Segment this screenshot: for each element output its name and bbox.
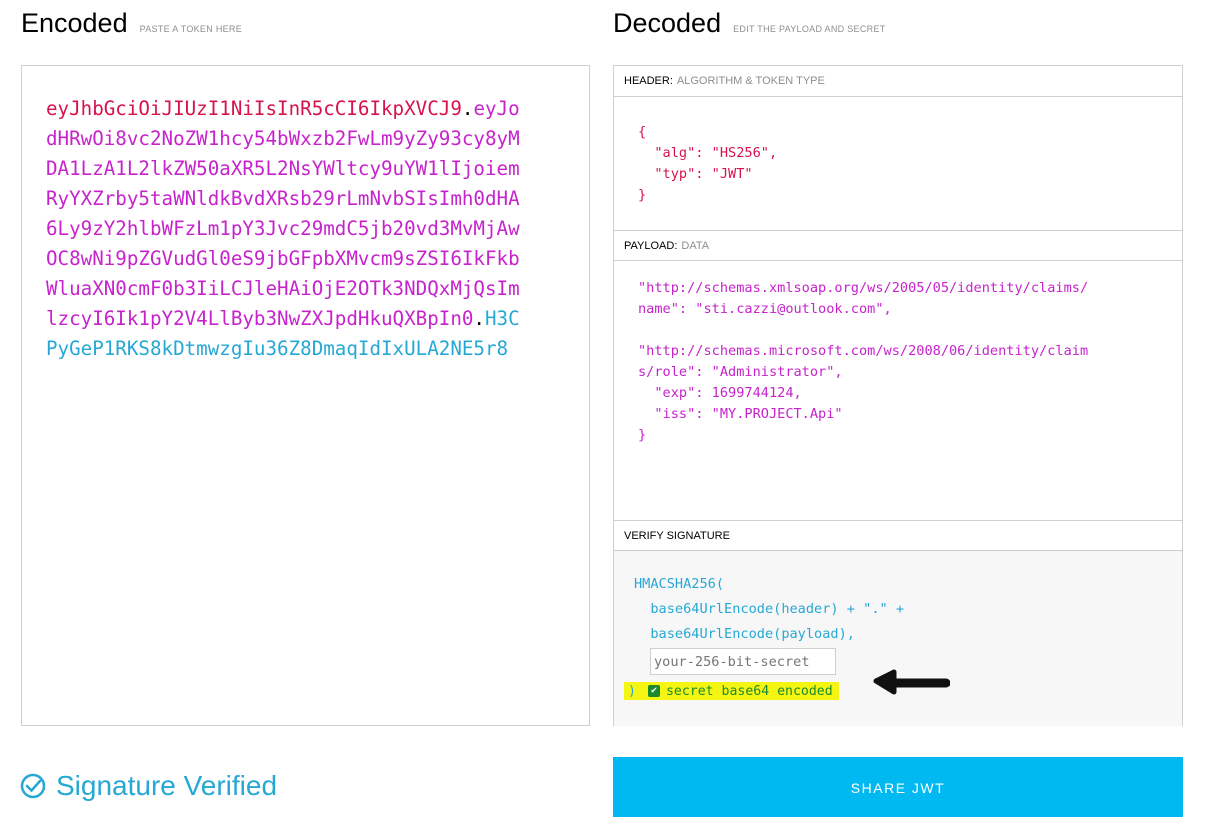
payload-section-label: PAYLOAD: — [624, 240, 678, 252]
encoded-title: Encoded — [21, 8, 128, 38]
encoded-token-text[interactable]: eyJhbGciOiJIUzI1NiIsInR5cCI6IkpXVCJ9.eyJ… — [46, 94, 526, 364]
verify-line-payload: base64UrlEncode(payload), — [634, 626, 855, 642]
secret-base64-row: ) ✔ secret base64 encoded — [624, 682, 839, 700]
token-dot: . — [473, 307, 485, 330]
secret-input[interactable] — [650, 648, 836, 675]
verify-signature-body: HMACSHA256( base64UrlEncode(header) + ".… — [614, 551, 1182, 726]
header-json-editor[interactable]: { "alg": "HS256", "typ": "JWT" } — [638, 122, 777, 206]
decoded-title: Decoded — [613, 8, 722, 38]
signature-verified-status: Signature Verified — [20, 770, 277, 802]
decoded-hint: EDIT THE PAYLOAD AND SECRET — [733, 24, 886, 34]
secret-base64-checkbox[interactable]: ✔ — [647, 685, 660, 697]
verify-line-header: base64UrlEncode(header) + "." + — [634, 601, 905, 617]
token-dot: . — [461, 97, 474, 120]
payload-section-title: PAYLOAD: DATA — [614, 230, 1182, 261]
payload-section-sub: DATA — [681, 240, 710, 252]
check-circle-icon — [20, 773, 46, 799]
signature-verified-label: Signature Verified — [56, 770, 278, 801]
header-section-label: HEADER: — [624, 75, 673, 87]
decoded-panel: HEADER: ALGORITHM & TOKEN TYPE { "alg": "… — [613, 65, 1183, 726]
header-section-sub: ALGORITHM & TOKEN TYPE — [676, 75, 825, 87]
encoded-token-editor[interactable]: eyJhbGciOiJIUzI1NiIsInR5cCI6IkpXVCJ9.eyJ… — [21, 65, 590, 726]
decoded-title-group: Decoded EDIT THE PAYLOAD AND SECRET — [613, 8, 886, 39]
arrow-left-icon — [873, 669, 950, 695]
verify-close-paren: ) — [628, 683, 636, 699]
token-payload-part: eyJodHRwOi8vc2NoZW1hcy54bWxzb2FwLm9yZy93… — [46, 97, 520, 330]
encoded-title-group: Encoded PASTE A TOKEN HERE — [21, 8, 242, 39]
encoded-hint: PASTE A TOKEN HERE — [139, 24, 243, 34]
payload-json-editor[interactable]: "http://schemas.xmlsoap.org/ws/2005/05/i… — [638, 278, 1088, 446]
verify-line-hmac: HMACSHA256( — [634, 576, 725, 592]
verify-section-label: VERIFY SIGNATURE — [624, 530, 730, 542]
secret-base64-label: secret base64 encoded — [665, 683, 833, 699]
token-header-part: eyJhbGciOiJIUzI1NiIsInR5cCI6IkpXVCJ9 — [46, 97, 462, 120]
header-section-title: HEADER: ALGORITHM & TOKEN TYPE — [614, 66, 1182, 97]
share-jwt-button[interactable]: SHARE JWT — [613, 757, 1183, 817]
verify-section-title: VERIFY SIGNATURE — [614, 520, 1182, 551]
